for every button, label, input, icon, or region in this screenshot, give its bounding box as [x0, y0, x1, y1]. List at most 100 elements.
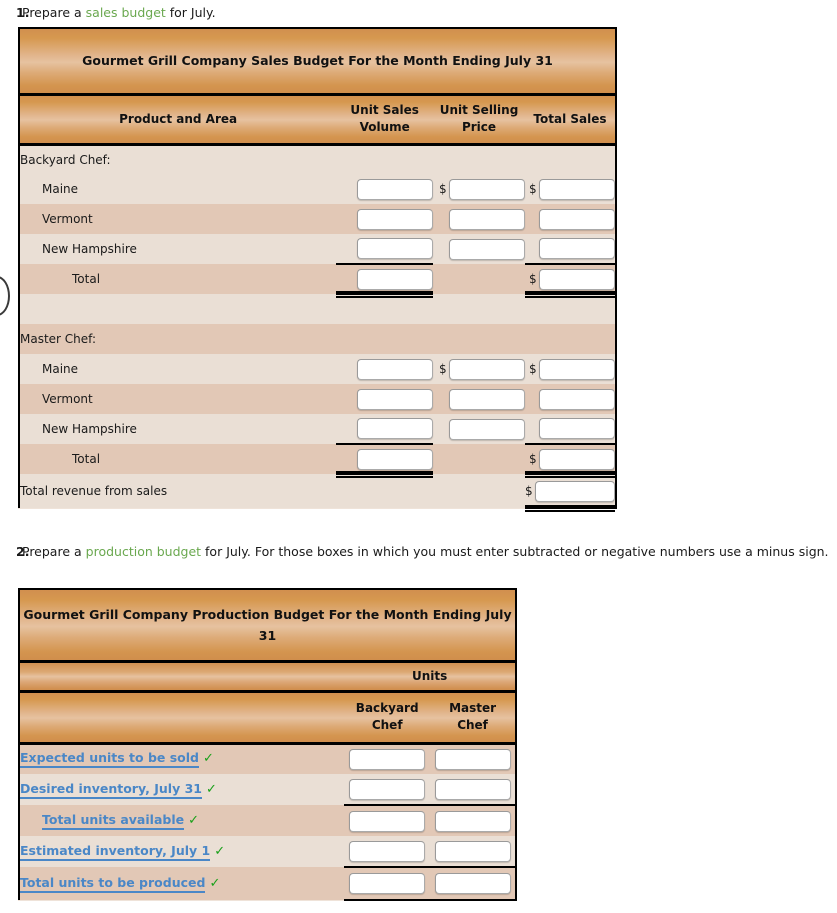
col-header-unit-sales-volume-line2: Volume [359, 120, 410, 134]
dollar-sign: $ [529, 272, 537, 286]
input-backyard-maine-total[interactable] [539, 178, 615, 200]
input-master-vermont-total[interactable] [539, 388, 615, 410]
instruction-2-number: 2. [16, 544, 30, 559]
sales-budget-period: For the Month Ending July 31 [348, 53, 553, 69]
input-backyard-nh-total[interactable] [539, 238, 615, 259]
row-label-backyard-maine: Maine [42, 182, 79, 196]
section-heading-row: Master Chef: [19, 324, 616, 354]
table-row: Vermont $ $ $ [19, 204, 616, 234]
input-backyard-total-sales[interactable] [539, 268, 615, 290]
table-row: Maine $ $ $ [19, 354, 616, 384]
check-icon: ✓ [205, 781, 217, 797]
col-header-unit-selling-price-line2: Price [461, 120, 497, 134]
sales-budget-link[interactable]: sales budget [86, 5, 166, 20]
input-desired-inventory-master[interactable] [434, 778, 511, 800]
instruction-1-number: 1. [16, 5, 30, 20]
instruction-2-text: Prepare a production budget for July. Fo… [22, 544, 829, 559]
input-backyard-maine-price[interactable] [448, 178, 525, 200]
cell-backyard-maine-price: $ [433, 174, 525, 204]
input-total-units-available-backyard[interactable] [349, 810, 426, 832]
input-master-maine-total[interactable] [539, 358, 615, 380]
input-backyard-vermont-total[interactable] [539, 208, 615, 230]
decorative-arc [0, 276, 10, 316]
input-backyard-maine-volume[interactable] [357, 178, 434, 200]
production-budget-table: Gourmet Grill Company Production Budget … [18, 588, 517, 901]
input-estimated-inventory-master[interactable] [434, 840, 511, 862]
instruction-1-suffix: for July. [165, 5, 216, 20]
link-total-units-to-be-produced[interactable]: Total units to be produced [20, 875, 206, 893]
instruction-1-text: Prepare a sales budget for July. [22, 5, 216, 20]
col-header-units: Units [344, 661, 516, 693]
input-master-nh-volume[interactable] [357, 418, 434, 439]
input-master-total-sales[interactable] [539, 448, 615, 470]
input-desired-inventory-backyard[interactable] [349, 778, 426, 800]
row-label-expected-units-to-be-sold: Expected units to be sold ✓ [19, 743, 344, 774]
row-label-desired-inventory-july-31: Desired inventory, July 31 ✓ [19, 774, 344, 805]
table-row: Estimated inventory, July 1 ✓ [19, 836, 516, 868]
table-row: Vermont $ $ $ [19, 384, 616, 414]
cell-backyard-total-volume: $ [336, 264, 434, 297]
input-total-units-available-master[interactable] [434, 810, 511, 832]
input-backyard-vermont-volume[interactable] [357, 208, 434, 230]
input-master-nh-price[interactable] [448, 418, 525, 440]
production-budget-company: Gourmet Grill Company [23, 606, 188, 622]
dollar-sign: $ [525, 484, 533, 498]
section-heading-backyard-chef: Backyard Chef: [20, 152, 111, 167]
table-row: Total units available ✓ [19, 805, 516, 836]
input-master-nh-total[interactable] [539, 418, 615, 439]
input-master-vermont-price[interactable] [448, 388, 525, 410]
input-backyard-vermont-price[interactable] [448, 208, 525, 230]
input-master-maine-volume[interactable] [357, 358, 434, 380]
instruction-1-prefix: Prepare a [22, 5, 86, 20]
row-label-master-vermont: Vermont [42, 392, 93, 406]
input-total-revenue-from-sales[interactable] [535, 480, 615, 502]
col-header-blank [19, 691, 345, 745]
production-budget-column-header-row: Backyard Chef Master Chef [19, 691, 516, 745]
cell-total-revenue: $ [524, 474, 616, 511]
instruction-2: 2. Prepare a production budget for July.… [0, 544, 829, 559]
link-expected-units-to-be-sold[interactable]: Expected units to be sold [20, 750, 199, 769]
table-row: Desired inventory, July 31 ✓ [19, 774, 516, 806]
link-estimated-inventory-july-1[interactable]: Estimated inventory, July 1 [20, 843, 211, 861]
input-backyard-nh-volume[interactable] [357, 238, 434, 259]
input-master-total-volume[interactable] [357, 448, 434, 470]
production-budget-link[interactable]: production budget [86, 544, 201, 559]
check-icon: ✓ [203, 751, 214, 767]
check-icon: ✓ [209, 875, 221, 891]
production-budget-subtitle: Production Budget [192, 606, 325, 622]
col-header-unit-selling-price: Unit Selling Price [433, 94, 525, 146]
row-label-master-new-hampshire: New Hampshire [42, 422, 137, 436]
input-master-vermont-volume[interactable] [357, 388, 434, 410]
input-master-maine-price[interactable] [448, 358, 525, 380]
instruction-2-prefix: Prepare a [22, 544, 86, 559]
cell-master-total-volume: $ [336, 444, 434, 477]
input-backyard-nh-price[interactable] [448, 238, 525, 260]
col-header-backyard-chef: Backyard Chef [344, 691, 431, 745]
table-row-total: Total units to be produced ✓ [19, 867, 516, 901]
row-label-master-total: Total [72, 452, 101, 466]
input-backyard-total-volume[interactable] [357, 268, 434, 290]
input-total-units-produced-backyard[interactable] [349, 873, 426, 894]
table-row: New Hampshire $ $ $ [19, 414, 616, 445]
table-row: Expected units to be sold ✓ [19, 743, 516, 774]
input-estimated-inventory-backyard[interactable] [349, 840, 426, 862]
check-icon: ✓ [214, 843, 226, 859]
input-total-units-produced-master[interactable] [434, 873, 511, 894]
col-header-backyard-chef-line2: Chef [371, 718, 403, 732]
col-header-master-chef: Master Chef [430, 691, 516, 745]
sales-budget-column-header-row: Product and Area Unit Sales Volume Unit … [19, 94, 616, 146]
cell-backyard-total-sales: $ [524, 264, 616, 297]
input-expected-units-backyard[interactable] [349, 748, 426, 770]
table-row: New Hampshire $ $ $ [19, 234, 616, 265]
input-expected-units-master[interactable] [434, 748, 511, 770]
dollar-sign: $ [529, 452, 537, 466]
col-header-product-and-area: Product and Area [19, 94, 337, 146]
row-label-total-units-to-be-produced: Total units to be produced ✓ [19, 867, 344, 900]
link-desired-inventory-july-31[interactable]: Desired inventory, July 31 [20, 781, 202, 799]
row-label-estimated-inventory-july-1: Estimated inventory, July 1 ✓ [19, 836, 344, 867]
sales-budget-title-row: Gourmet Grill Company Sales Budget For t… [19, 28, 616, 96]
table-row-total: Total $ $ [19, 264, 616, 297]
link-total-units-available[interactable]: Total units available [42, 812, 185, 830]
sales-budget-table: Gourmet Grill Company Sales Budget For t… [18, 27, 617, 511]
dollar-sign: $ [529, 182, 537, 196]
